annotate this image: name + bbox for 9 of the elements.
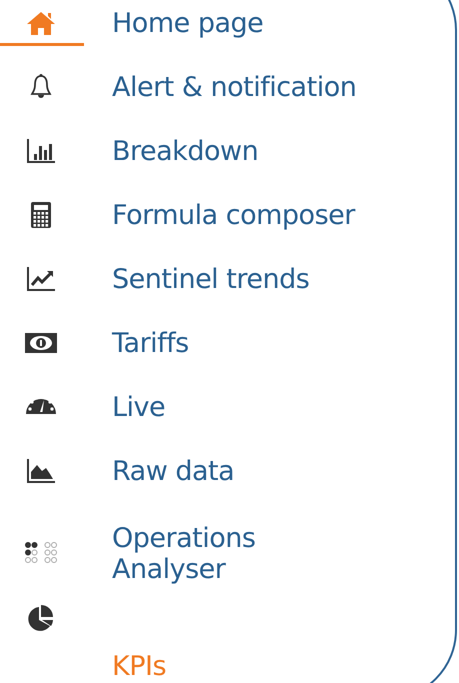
menu-item[interactable]: Operations Analyser — [112, 522, 367, 586]
menu-item[interactable]: Live — [112, 392, 367, 424]
menu-item[interactable]: Tariffs — [112, 328, 367, 360]
menu-item[interactable]: Alert & notification — [112, 72, 367, 104]
menu-item[interactable]: Sentinel trends — [112, 264, 367, 296]
menu-item[interactable]: Raw data — [112, 456, 367, 488]
menu-item[interactable]: Breakdown — [112, 136, 367, 168]
menu-item[interactable]: Home page — [112, 8, 367, 40]
menu-item[interactable]: Formula composer — [112, 200, 367, 232]
